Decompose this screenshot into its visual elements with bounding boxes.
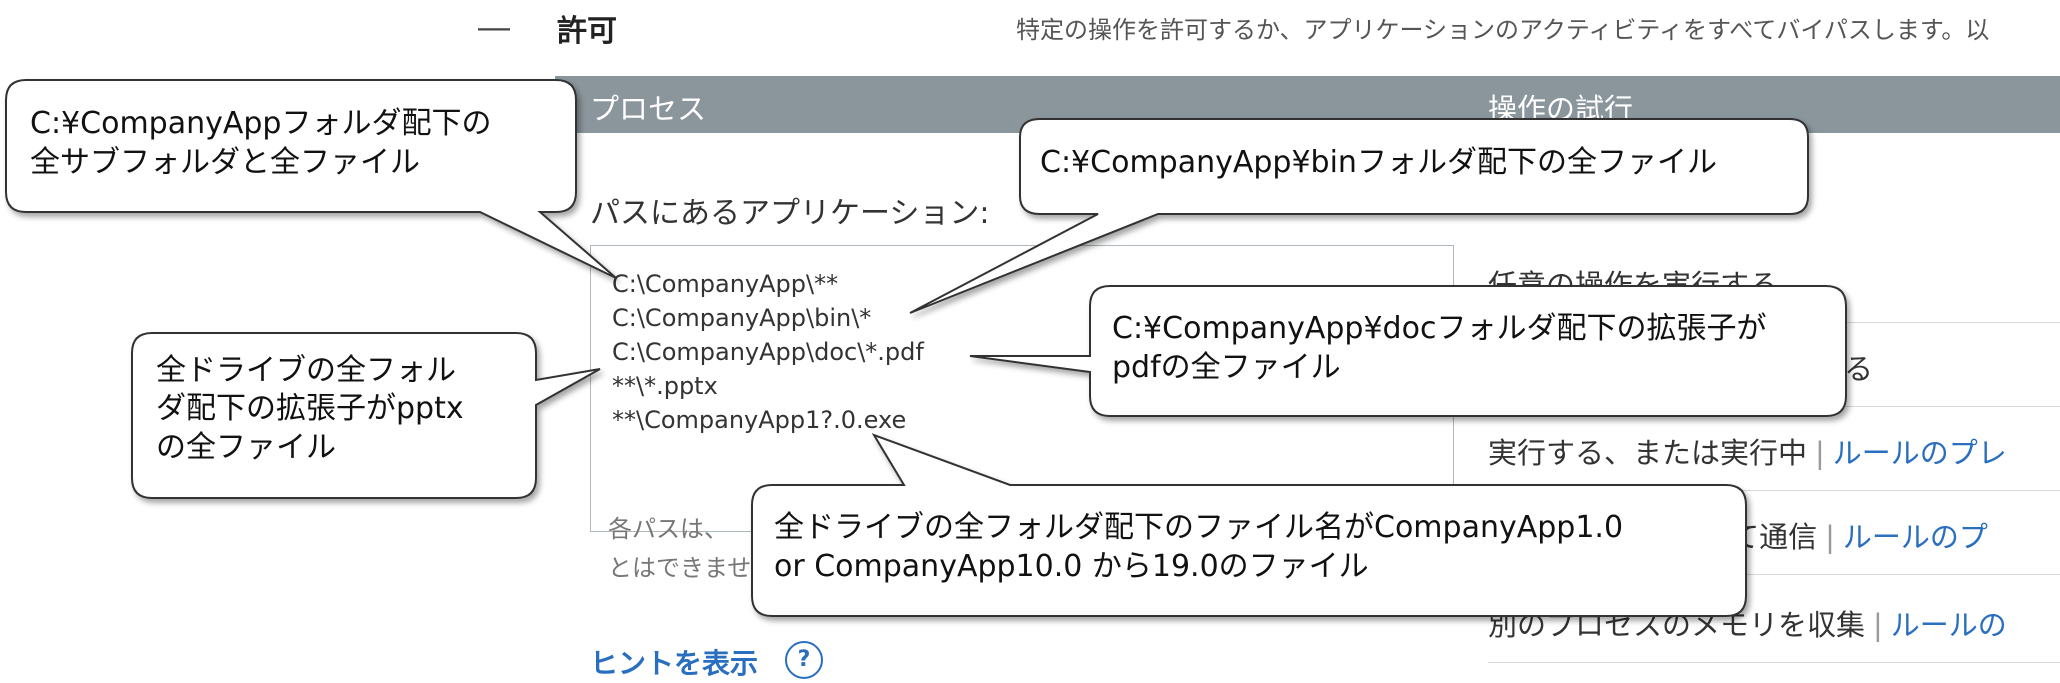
callout-doc-pdf-line1: C:¥CompanyApp¥docフォルダ配下の拡張子が xyxy=(1112,311,1766,346)
callout-overlay: C:¥CompanyAppフォルダ配下の 全サブフォルダと全ファイル C:¥Co… xyxy=(5,79,1847,617)
callout-doc-pdf-line2: pdfの全ファイル xyxy=(1112,350,1341,385)
callout-pptx-line3: の全ファイル xyxy=(156,430,336,465)
callout-all-subfolders-line2: 全サブフォルダと全ファイル xyxy=(30,145,420,180)
callout-pptx-line1: 全ドライブの全フォル xyxy=(156,353,456,388)
callout-pptx-line2: ダ配下の拡張子がpptx xyxy=(156,391,464,426)
callout-doc-pdf-bubble xyxy=(969,285,1847,417)
callout-companyapp-exe-line1: 全ドライブの全フォルダ配下のファイル名がCompanyApp1.0 xyxy=(774,510,1623,545)
callout-bin-files-line1: C:¥CompanyApp¥binフォルダ配下の全ファイル xyxy=(1040,145,1717,180)
callout-all-subfolders-line1: C:¥CompanyAppフォルダ配下の xyxy=(30,106,491,141)
callout-companyapp-exe-line2: or CompanyApp10.0 から19.0のファイル xyxy=(774,549,1369,584)
